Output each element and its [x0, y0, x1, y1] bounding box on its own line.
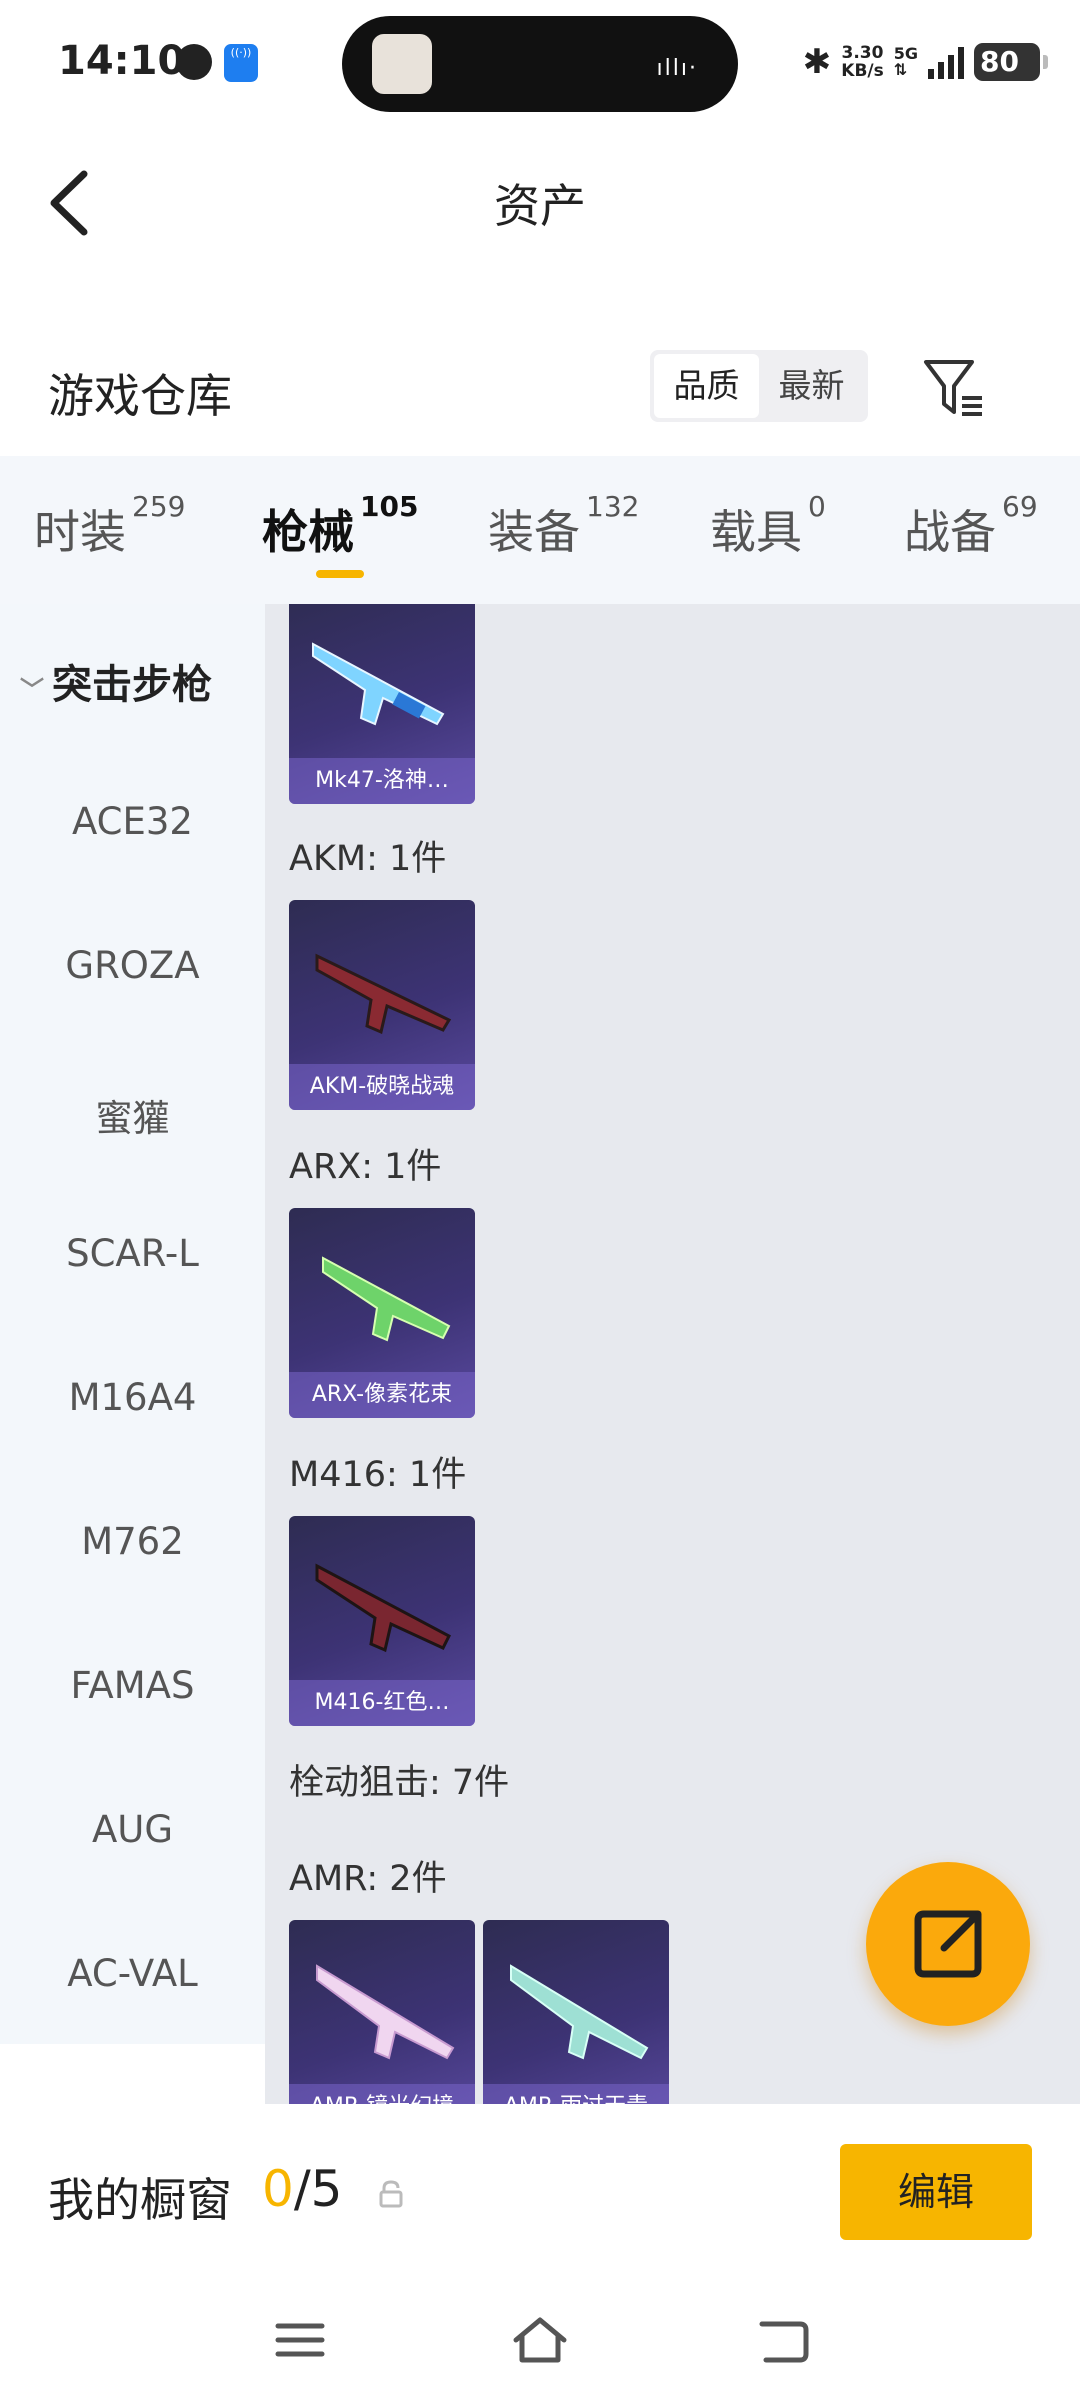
category-sidebar: ﹀ 突击步枪 ACE32 GROZA 蜜獾 SCAR-L M16A4 M762 F…: [0, 604, 265, 2044]
item-card[interactable]: M416-红色…: [289, 1516, 475, 1726]
back-icon[interactable]: [752, 2310, 812, 2370]
gun-skin-icon: [316, 1964, 455, 2060]
network-speed: 3.30 KB/s: [841, 43, 884, 81]
sidebar-category[interactable]: ﹀ 突击步枪: [20, 652, 212, 710]
status-bar: 14:10 ((·)) ıllı· ✱ 3.30 KB/s 5G ⇅ 80: [0, 0, 1080, 130]
audio-wave-icon: ıllı·: [656, 56, 698, 81]
sidebar-item-ace32[interactable]: ACE32: [0, 800, 265, 843]
group-label-arx: ARX: 1件: [289, 1147, 442, 1187]
lock-icon: [379, 2180, 403, 2208]
gun-skin-icon: [322, 1256, 451, 1342]
showcase-title: 我的橱窗: [48, 2173, 232, 2227]
sidebar-item-ac-val[interactable]: AC-VAL: [0, 1952, 265, 1995]
header: 资产: [0, 130, 1080, 260]
sidebar-item-scar-l[interactable]: SCAR-L: [0, 1232, 265, 1275]
sort-toggle: 品质 最新: [650, 350, 868, 422]
group-label-amr: AMR: 2件: [289, 1859, 447, 1899]
sort-newest[interactable]: 最新: [759, 354, 864, 418]
sidebar-item-famas[interactable]: FAMAS: [0, 1664, 265, 1707]
sidebar-item-honeybadger[interactable]: 蜜獾: [0, 1088, 265, 1142]
edit-button[interactable]: 编辑: [840, 2144, 1032, 2240]
section-title: 游戏仓库: [48, 369, 232, 423]
battery-icon: 80: [974, 43, 1048, 81]
tab-vehicles[interactable]: 载具 0: [710, 490, 826, 562]
gun-skin-icon: [510, 1964, 649, 2060]
media-thumbnail: [372, 34, 432, 94]
gun-skin-icon: [315, 953, 452, 1035]
tab-equipment[interactable]: 装备 132: [488, 490, 639, 562]
notification-icon: [176, 44, 212, 80]
group-label-akm: AKM: 1件: [289, 839, 447, 879]
share-fab[interactable]: [866, 1862, 1030, 2026]
active-tab-indicator: [316, 570, 364, 578]
gun-skin-icon: [312, 642, 445, 726]
item-card[interactable]: AMR-镜光幻境: [289, 1920, 475, 2104]
item-card[interactable]: Mk47-洛神…: [289, 604, 475, 804]
home-icon[interactable]: [510, 2310, 570, 2370]
sort-quality[interactable]: 品质: [654, 354, 759, 418]
sidebar-item-aug[interactable]: AUG: [0, 1808, 265, 1851]
item-name: AMR-镜光幻境: [289, 2084, 475, 2104]
page-title: 资产: [494, 179, 586, 233]
sidebar-item-groza[interactable]: GROZA: [0, 944, 265, 987]
item-card[interactable]: AMR-雨过天青: [483, 1920, 669, 2104]
item-card[interactable]: AKM-破晓战魂: [289, 900, 475, 1110]
broadcast-icon: ((·)): [224, 44, 258, 82]
bluetooth-icon: ✱: [802, 42, 832, 82]
item-card[interactable]: ARX-像素花束: [289, 1208, 475, 1418]
dynamic-island[interactable]: ıllı·: [342, 16, 738, 112]
item-name: AMR-雨过天青: [483, 2084, 669, 2104]
sidebar-item-m762[interactable]: M762: [0, 1520, 265, 1563]
group-label-bolt-action: 栓动狙击: 7件: [289, 1763, 510, 1803]
network-type: 5G ⇅: [893, 44, 918, 79]
sidebar-item-m16a4[interactable]: M16A4: [0, 1376, 265, 1419]
tab-guns[interactable]: 枪械 105: [262, 490, 418, 562]
group-label-m416: M416: 1件: [289, 1455, 467, 1495]
system-nav-bar: [0, 2300, 1080, 2380]
tab-outfits[interactable]: 时装 259: [34, 490, 185, 562]
tab-bar: 时装 259 枪械 105 装备 132 载具 0 战备 69: [0, 456, 1080, 604]
showcase-count: 0/5: [262, 2160, 343, 2218]
item-name: M416-红色…: [289, 1680, 475, 1726]
item-name: AKM-破晓战魂: [289, 1064, 475, 1110]
signal-icon: [928, 45, 964, 79]
menu-icon[interactable]: [270, 2310, 330, 2370]
share-icon: [914, 1910, 982, 1978]
item-name: Mk47-洛神…: [289, 758, 475, 804]
status-time: 14:10: [58, 38, 186, 84]
filter-icon[interactable]: [922, 356, 986, 420]
tab-supplies[interactable]: 战备 69: [904, 490, 1038, 562]
gun-skin-icon: [315, 1563, 451, 1653]
chevron-down-icon: ﹀: [20, 675, 44, 704]
item-name: ARX-像素花束: [289, 1372, 475, 1418]
